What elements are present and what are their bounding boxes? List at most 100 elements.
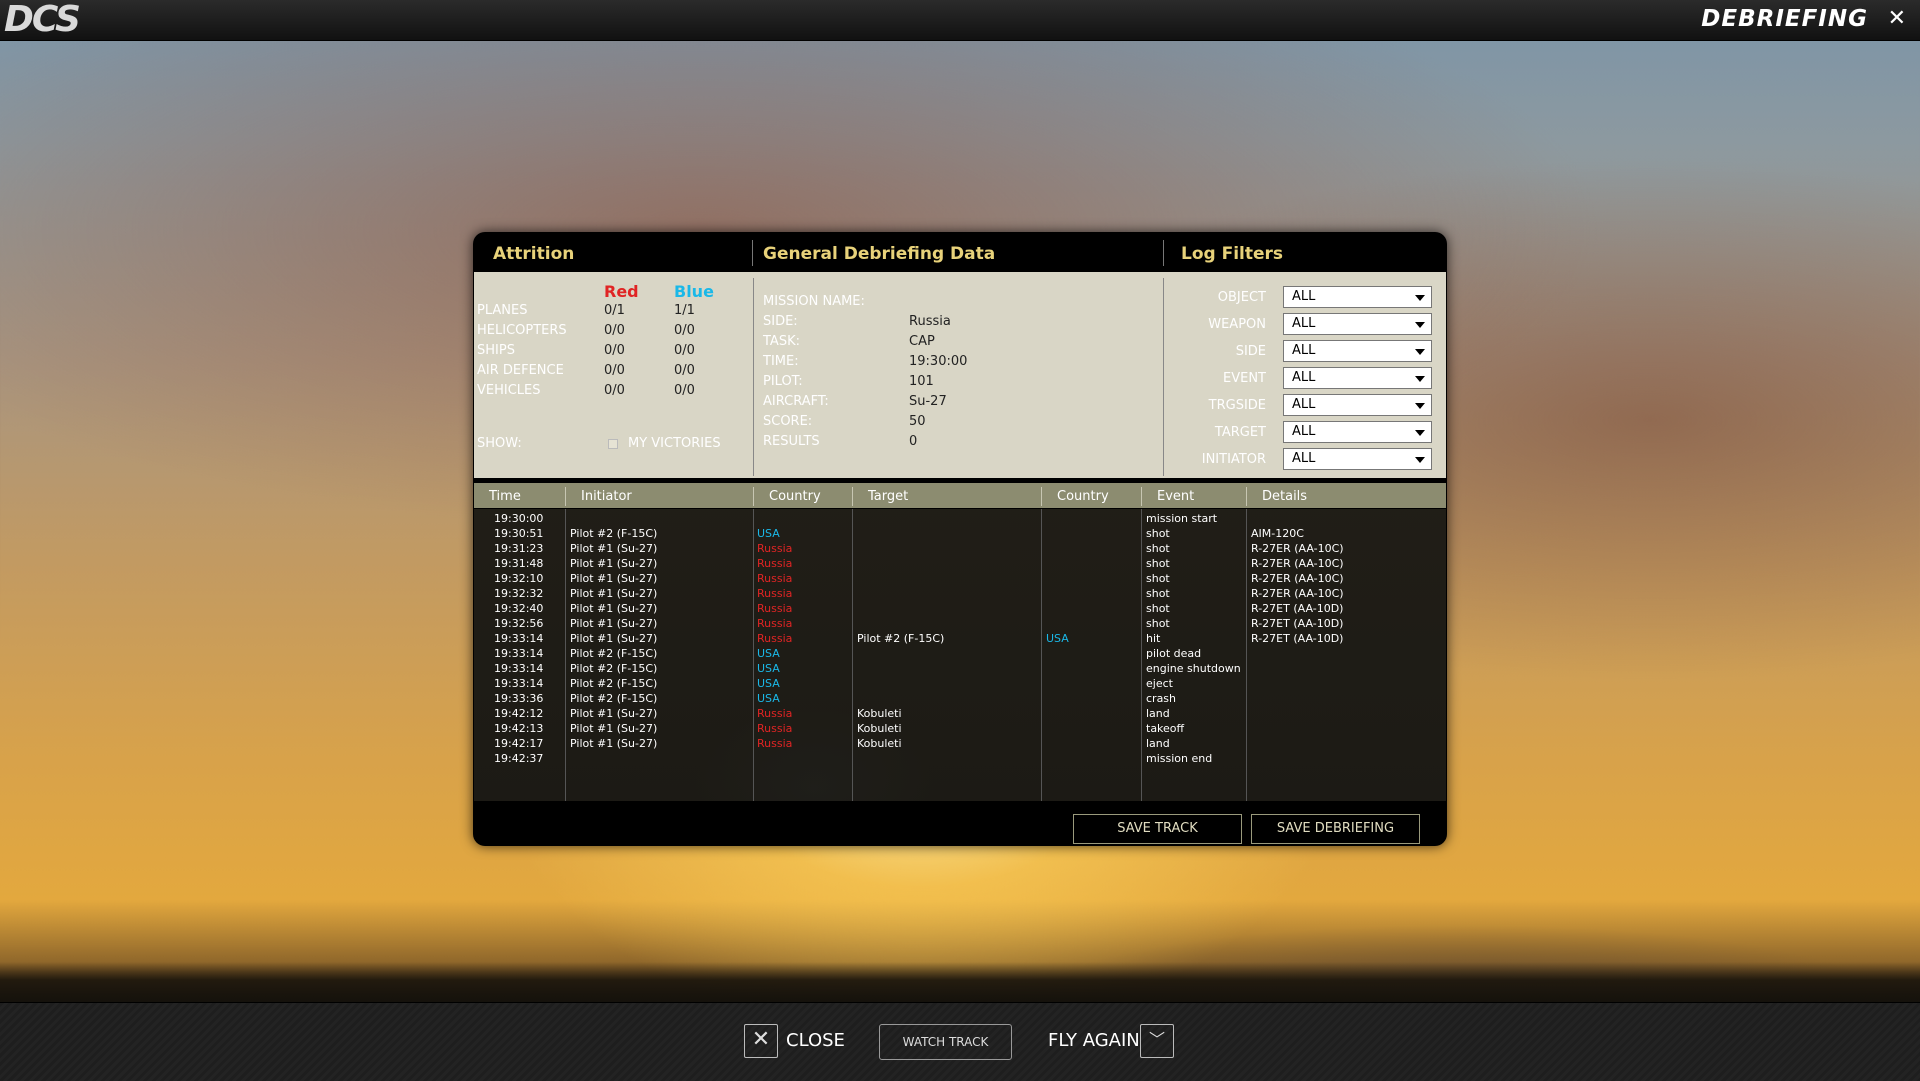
background-horizon [0,962,1920,1002]
filter-select-side[interactable]: ALL [1283,340,1432,362]
log-time: 19:33:14 [494,647,544,660]
log-event: shot [1146,587,1170,600]
log-time: 19:30:00 [494,512,544,525]
log-time: 19:32:32 [494,587,544,600]
filter-value: ALL [1292,451,1316,466]
col-divider [753,487,754,506]
log-row[interactable]: 19:33:14 Pilot #2 (F-15C) USA eject [474,676,1446,691]
attrition-red-value: 0/0 [604,343,625,358]
log-row[interactable]: 19:33:36 Pilot #2 (F-15C) USA crash [474,691,1446,706]
close-icon[interactable]: ✕ [1888,6,1906,31]
log-row[interactable]: 19:30:00 mission start [474,511,1446,526]
chevron-down-icon[interactable] [1415,457,1425,463]
header-divider [1163,240,1164,266]
filter-select-trgside[interactable]: ALL [1283,394,1432,416]
log-country: USA [757,692,780,705]
log-row[interactable]: 19:33:14 Pilot #2 (F-15C) USA engine shutdo… [474,661,1446,676]
log-country: Russia [757,587,793,600]
col-details[interactable]: Details [1262,489,1307,504]
log-row[interactable]: 19:32:56 Pilot #1 (Su-27) Russia shot R-27ET… [474,616,1446,631]
col-target[interactable]: Target [868,489,908,504]
log-time: 19:42:17 [494,737,544,750]
general-data-value: 19:30:00 [909,354,968,369]
chevron-down-icon[interactable] [1415,430,1425,436]
save-debriefing-button[interactable]: SAVE DEBRIEFING [1251,814,1420,844]
col-event[interactable]: Event [1157,489,1194,504]
col-time[interactable]: Time [489,489,521,504]
header-divider [752,240,753,266]
log-details: R-27ET (AA-10D) [1251,632,1344,645]
filter-select-initiator[interactable]: ALL [1283,448,1432,470]
log-country: Russia [757,722,793,735]
log-row[interactable]: 19:42:13 Pilot #1 (Su-27) Russia Kobuleti ta… [474,721,1446,736]
attrition-row-label: SHIPS [477,343,515,358]
log-row[interactable]: 19:33:14 Pilot #1 (Su-27) Russia Pilot #2 (… [474,631,1446,646]
chevron-down-icon[interactable] [1415,322,1425,328]
log-initiator: Pilot #2 (F-15C) [570,677,658,690]
close-icon[interactable]: ✕ [744,1024,778,1058]
log-row[interactable]: 19:42:37 mission end [474,751,1446,766]
debriefing-dialog: Attrition General Debriefing Data Log Fi… [473,232,1447,846]
filter-select-object[interactable]: ALL [1283,286,1432,308]
close-button[interactable]: CLOSE [786,1030,845,1051]
general-data-label: AIRCRAFT: [763,394,829,409]
dialog-footer: SAVE TRACK SAVE DEBRIEFING [473,802,1447,846]
col-initiator[interactable]: Initiator [581,489,632,504]
my-victories-label[interactable]: MY VICTORIES [628,436,721,451]
col-divider [1246,487,1247,506]
chevron-down-icon[interactable] [1415,376,1425,382]
log-details: R-27ET (AA-10D) [1251,617,1344,630]
log-country: USA [757,662,780,675]
watch-track-button[interactable]: WATCH TRACK [879,1024,1012,1060]
log-row[interactable]: 19:42:12 Pilot #1 (Su-27) Russia Kobuleti la… [474,706,1446,721]
log-time: 19:33:14 [494,677,544,690]
attrition-red-value: 0/0 [604,323,625,338]
attrition-row-label: PLANES [477,303,528,318]
log-time: 19:42:12 [494,707,544,720]
log-time: 19:33:14 [494,662,544,675]
filter-select-weapon[interactable]: ALL [1283,313,1432,335]
log-event: shot [1146,557,1170,570]
fly-again-button[interactable]: FLY AGAIN [1048,1030,1140,1051]
general-data-label: MISSION NAME: [763,294,865,309]
log-row[interactable]: 19:33:14 Pilot #2 (F-15C) USA pilot dead [474,646,1446,661]
attrition-blue-value: 0/0 [674,323,695,338]
log-row[interactable]: 19:42:17 Pilot #1 (Su-27) Russia Kobuleti la… [474,736,1446,751]
attrition-row-label: HELICOPTERS [477,323,567,338]
log-target: Kobuleti [857,737,902,750]
filter-label-trgside: TRGSIDE [1208,398,1266,413]
log-country: Russia [757,602,793,615]
log-event: land [1146,707,1170,720]
attrition-red-value: 0/0 [604,383,625,398]
log-time: 19:31:48 [494,557,544,570]
log-event: takeoff [1146,722,1185,735]
log-country: Russia [757,707,793,720]
log-row[interactable]: 19:32:32 Pilot #1 (Su-27) Russia shot R-27ER… [474,586,1446,601]
log-row[interactable]: 19:32:10 Pilot #1 (Su-27) Russia shot R-27ER… [474,571,1446,586]
attrition-red-value: 0/0 [604,363,625,378]
screen-title: DEBRIEFING [1701,6,1868,32]
log-time: 19:33:36 [494,692,544,705]
log-initiator: Pilot #1 (Su-27) [570,572,658,585]
col-country[interactable]: Country [769,489,821,504]
chevron-down-icon[interactable] [1415,349,1425,355]
log-initiator: Pilot #1 (Su-27) [570,737,658,750]
chevron-down-icon[interactable] [1415,403,1425,409]
save-track-button[interactable]: SAVE TRACK [1073,814,1242,844]
col-target-country[interactable]: Country [1057,489,1109,504]
log-row[interactable]: 19:31:23 Pilot #1 (Su-27) Russia shot R-27ER… [474,541,1446,556]
my-victories-checkbox[interactable] [608,439,618,449]
filter-select-event[interactable]: ALL [1283,367,1432,389]
log-initiator: Pilot #1 (Su-27) [570,632,658,645]
log-event: shot [1146,527,1170,540]
filter-select-target[interactable]: ALL [1283,421,1432,443]
general-data-title: General Debriefing Data [763,244,996,264]
log-initiator: Pilot #2 (F-15C) [570,647,658,660]
log-row[interactable]: 19:32:40 Pilot #1 (Su-27) Russia shot R-27ET… [474,601,1446,616]
log-row[interactable]: 19:31:48 Pilot #1 (Su-27) Russia shot R-27ER… [474,556,1446,571]
log-row[interactable]: 19:30:51 Pilot #2 (F-15C) USA shot AIM-120C [474,526,1446,541]
chevron-down-icon[interactable]: ﹀ [1140,1024,1174,1058]
general-data-value: Su-27 [909,394,947,409]
filter-value: ALL [1292,343,1316,358]
chevron-down-icon[interactable] [1415,295,1425,301]
